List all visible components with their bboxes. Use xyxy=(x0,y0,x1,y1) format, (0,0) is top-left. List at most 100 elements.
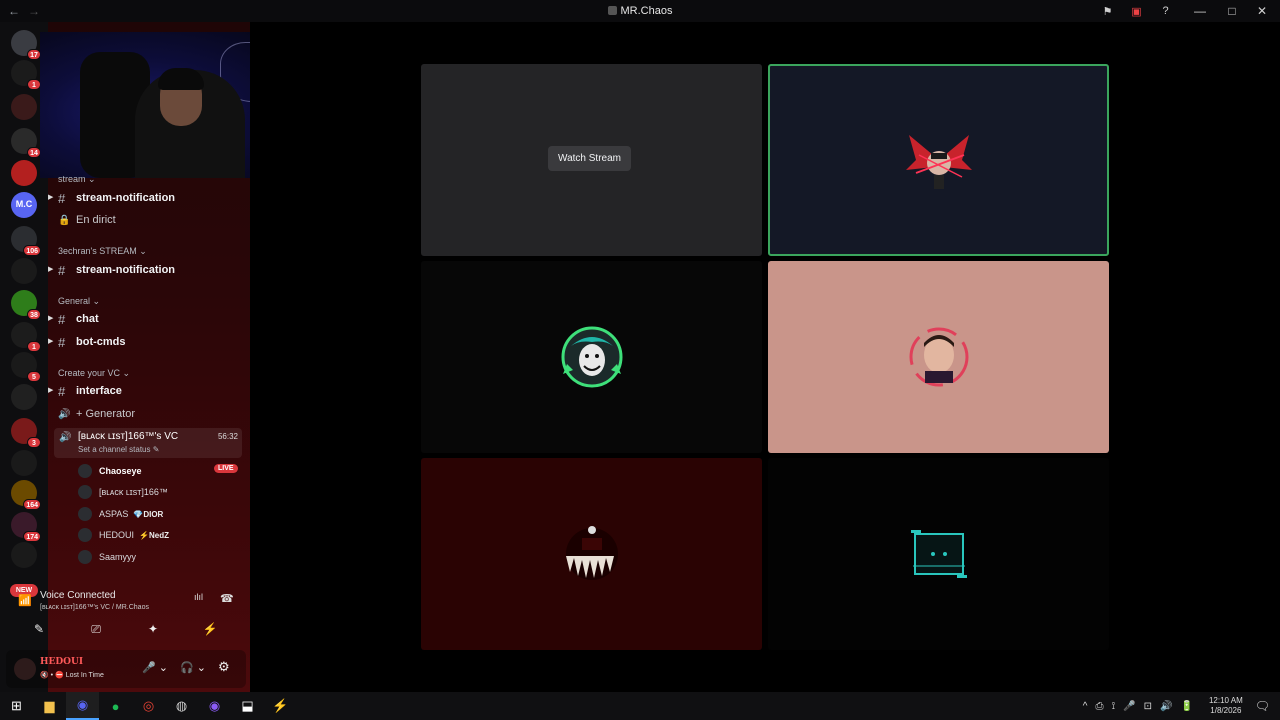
server-icon[interactable]: 14 xyxy=(11,128,41,158)
server-icon[interactable]: 38 xyxy=(11,290,41,320)
server-icon[interactable]: 1 xyxy=(11,322,41,352)
server-icon[interactable] xyxy=(11,160,37,186)
server-icon[interactable]: 3 xyxy=(11,418,41,448)
voice-channel-row[interactable]: 🔊 [ʙʟᴀᴄᴋ ʟɪsᴛ]166™'s VC Set a channel st… xyxy=(54,428,242,458)
channel-item[interactable]: # bot-cmds xyxy=(58,332,242,352)
voice-member[interactable]: [ʙʟᴀᴄᴋ ʟɪsᴛ]166™ xyxy=(78,483,168,501)
clock[interactable]: 12:10 AM 1/8/2026 xyxy=(1209,696,1243,716)
window-title: MR.Chaos xyxy=(0,5,1280,17)
start-icon[interactable]: ⊞ xyxy=(0,692,33,720)
chrome-icon[interactable]: ◎ xyxy=(132,692,165,720)
voice-connected-panel: 📶 Voice Connected [ʙʟᴀᴄᴋ ʟɪsᴛ]166™'s VC … xyxy=(0,586,250,650)
text-channel-icon: # xyxy=(58,262,66,278)
forward-button[interactable]: → xyxy=(28,4,40,18)
voice-member[interactable]: Saamyyy xyxy=(78,548,136,566)
channel-category[interactable]: General ⌄ xyxy=(58,296,100,307)
user-name[interactable]: HEDOUI xyxy=(40,657,83,667)
screen-share-icon[interactable]: ▣ xyxy=(1122,5,1151,18)
tile-participant-teeth[interactable] xyxy=(421,458,762,650)
tray-icon[interactable]: ^ xyxy=(1083,701,1088,712)
server-icon[interactable] xyxy=(11,94,37,120)
watch-stream-button[interactable]: Watch Stream xyxy=(548,146,631,171)
member-name: Chaoseye xyxy=(99,466,142,476)
voice-member[interactable]: HEDOUI ⚡NedZ xyxy=(78,526,169,544)
voice-timer: 56:32 xyxy=(217,432,238,441)
server-icon[interactable]: 106 xyxy=(11,226,41,256)
tray-icon[interactable]: 🎤 xyxy=(1123,701,1135,712)
server-icon[interactable]: 1 xyxy=(11,60,41,90)
back-button[interactable]: ← xyxy=(8,4,20,18)
tray-icon[interactable]: ⊡ xyxy=(1144,701,1152,712)
channel-category[interactable]: stream ⌄ xyxy=(58,174,96,185)
mic-icon[interactable]: 🎤 ⌄ xyxy=(142,661,168,674)
activities-icon[interactable]: ✦ xyxy=(139,622,167,636)
tile-participant-teal[interactable] xyxy=(768,458,1109,650)
spotify-icon[interactable]: ● xyxy=(99,692,132,720)
help-icon[interactable]: ? xyxy=(1151,5,1180,17)
channel-item[interactable]: 🔊 + Generator xyxy=(58,404,242,424)
server-icon[interactable] xyxy=(11,450,37,476)
app-logo-icon xyxy=(607,6,617,15)
server-icon[interactable]: 17 xyxy=(11,30,41,60)
channel-item[interactable]: # stream-notification xyxy=(58,260,242,280)
taskbar-apps: ⊞ ▆ ◉ ● ◎ ◍ ◉ ⬓ ⚡ xyxy=(0,692,297,720)
user-avatar[interactable] xyxy=(14,658,36,680)
signal-icon[interactable]: 📶 xyxy=(18,594,32,607)
channel-status-link[interactable]: Set a channel status ✎ xyxy=(78,445,159,454)
server-icon[interactable] xyxy=(11,542,37,568)
close-button[interactable]: ✕ xyxy=(1244,4,1280,18)
channel-category[interactable]: Create your VC ⌄ xyxy=(58,368,130,379)
face-avatar-icon xyxy=(909,327,968,387)
unread-indicator-icon: ▶ xyxy=(48,194,54,201)
inbox-icon[interactable]: ⚑ xyxy=(1093,5,1122,18)
tray-icon[interactable]: 🔊 xyxy=(1160,701,1172,712)
camera-off-icon[interactable]: ✎ xyxy=(25,622,53,636)
obs-icon[interactable]: ◍ xyxy=(165,692,198,720)
headset-icon[interactable]: 🎧 ⌄ xyxy=(180,661,206,674)
soundboard-icon[interactable]: ⚡ xyxy=(196,622,224,636)
maximize-button[interactable]: □ xyxy=(1220,4,1244,18)
user-status: 🔇 • ⛔ Lost In Time xyxy=(40,672,104,679)
app-white-icon[interactable]: ⬓ xyxy=(231,692,264,720)
server-initials: M.C xyxy=(15,199,33,209)
file-explorer-icon[interactable]: ▆ xyxy=(33,692,66,720)
server-mention-badge: 164 xyxy=(23,499,41,510)
notification-icon[interactable]: 🗨 xyxy=(1255,699,1270,713)
person-hair xyxy=(158,68,204,90)
server-icon[interactable]: 5 xyxy=(11,352,41,382)
server-icon[interactable]: M.C xyxy=(11,192,37,218)
tile-participant-face[interactable] xyxy=(768,261,1109,453)
settings-gear-icon[interactable]: ⚙ xyxy=(218,659,230,675)
tray-icon[interactable]: 🔋 xyxy=(1181,701,1193,712)
channel-item[interactable]: # interface xyxy=(58,381,242,401)
app-purple-icon[interactable]: ◉ xyxy=(198,692,231,720)
server-icon[interactable] xyxy=(11,258,37,284)
avatar xyxy=(78,507,92,521)
disconnect-icon[interactable]: ☎ xyxy=(220,592,234,605)
server-icon[interactable]: 174 xyxy=(11,512,41,542)
channel-item[interactable]: # stream-notification xyxy=(58,188,242,208)
text-channel-icon: # xyxy=(58,383,66,399)
user-panel: HEDOUI 🔇 • ⛔ Lost In Time 🎤 ⌄ 🎧 ⌄ ⚙ xyxy=(6,650,246,688)
server-mention-badge: 14 xyxy=(27,147,41,158)
voice-connected-subtitle[interactable]: [ʙʟᴀᴄᴋ ʟɪsᴛ]166™'s VC / MR.Chaos xyxy=(40,604,149,611)
channel-category[interactable]: 3echran's STREAM ⌄ xyxy=(58,246,147,257)
channel-item[interactable]: # chat xyxy=(58,309,242,329)
discord-icon[interactable]: ◉ xyxy=(66,692,99,720)
tile-participant-joker[interactable] xyxy=(421,261,762,453)
live-badge: LIVE xyxy=(214,464,238,473)
tray-icon[interactable]: ⟟ xyxy=(1111,701,1115,712)
red-wings-avatar-icon xyxy=(905,135,972,189)
tray-icon[interactable]: ⎙ xyxy=(1095,701,1103,712)
channel-item[interactable]: 🔒 En dirict xyxy=(58,210,242,230)
screen-share-button-icon[interactable]: ⎚ xyxy=(82,622,110,637)
tile-stream-preview[interactable]: Watch Stream xyxy=(421,64,762,256)
noise-suppression-icon[interactable]: ılıl xyxy=(194,592,203,602)
app-yellow-icon[interactable]: ⚡ xyxy=(264,692,297,720)
voice-member[interactable]: ASPAS 💎DIOR xyxy=(78,505,163,523)
tile-participant-speaking[interactable] xyxy=(768,64,1109,256)
voice-member[interactable]: Chaoseye xyxy=(78,462,142,480)
server-icon[interactable]: 164 xyxy=(11,480,41,510)
minimize-button[interactable]: — xyxy=(1180,4,1220,18)
server-icon[interactable] xyxy=(11,384,37,410)
